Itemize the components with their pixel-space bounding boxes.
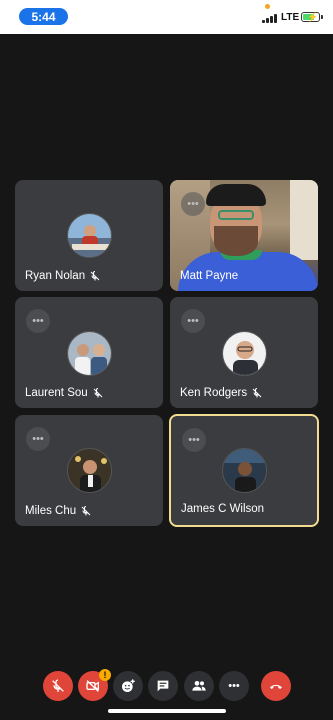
participant-name: Laurent Sou (25, 387, 88, 399)
leave-call-button[interactable] (261, 671, 291, 701)
avatar (222, 331, 267, 376)
participant-more-button[interactable]: ••• (26, 427, 50, 451)
participant-tile[interactable]: Ryan Nolan (15, 180, 163, 291)
participant-tile[interactable]: ••• Miles Chu (15, 415, 163, 526)
chat-button[interactable] (148, 671, 178, 701)
call-controls-bar: ! ••• (0, 669, 333, 701)
status-time[interactable]: 5:44 (19, 8, 68, 25)
participant-name-row: Laurent Sou (25, 387, 104, 399)
participant-name: James C Wilson (181, 503, 265, 515)
status-bar: 5:44 LTE ⚡ (0, 0, 333, 34)
mic-off-icon (81, 506, 91, 516)
avatar (67, 213, 112, 258)
emoji-reaction-icon (122, 679, 135, 692)
participant-name-row: Miles Chu (25, 505, 92, 517)
participant-name-row: James C Wilson (181, 503, 264, 515)
mic-off-icon (52, 679, 64, 692)
chat-icon (157, 680, 169, 692)
camera-toggle-button[interactable]: ! (78, 669, 111, 701)
home-indicator[interactable] (108, 709, 226, 713)
participant-name: Matt Payne (180, 270, 239, 282)
participant-name-row: Matt Payne (180, 270, 238, 282)
participant-tile[interactable]: ••• Laurent Sou (15, 297, 163, 408)
privacy-indicator-dot (265, 4, 270, 9)
avatar (67, 448, 112, 493)
participant-name: Ken Rodgers (180, 387, 248, 399)
camera-warning-badge: ! (99, 669, 111, 681)
participant-more-button[interactable]: ••• (181, 309, 205, 333)
mic-off-icon (90, 271, 100, 281)
participant-more-button[interactable]: ••• (182, 428, 206, 452)
people-icon (192, 681, 206, 691)
more-options-button[interactable]: ••• (219, 671, 249, 701)
cellular-signal-icon (262, 13, 278, 23)
participant-more-button[interactable]: ••• (181, 192, 205, 216)
participant-video-tile[interactable]: ••• Matt Payne (170, 180, 318, 291)
avatar (222, 448, 267, 493)
mic-toggle-button[interactable] (43, 671, 73, 701)
mic-off-icon (93, 388, 103, 398)
hang-up-icon (270, 684, 282, 689)
avatar (67, 331, 112, 376)
participant-more-button[interactable]: ••• (26, 309, 50, 333)
reactions-button[interactable] (113, 671, 143, 701)
mic-off-icon (252, 388, 262, 398)
participant-name-row: Ryan Nolan (25, 270, 101, 282)
network-type: LTE (281, 12, 300, 23)
participant-tile[interactable]: ••• Ken Rodgers (170, 297, 318, 408)
participant-name: Ryan Nolan (25, 270, 86, 282)
battery-icon: ⚡ (301, 12, 323, 22)
participant-name-row: Ken Rodgers (180, 387, 263, 399)
camera-off-icon (86, 680, 99, 692)
participant-name: Miles Chu (25, 505, 77, 517)
people-button[interactable] (184, 671, 214, 701)
participant-tile-active[interactable]: ••• James C Wilson (169, 414, 319, 527)
